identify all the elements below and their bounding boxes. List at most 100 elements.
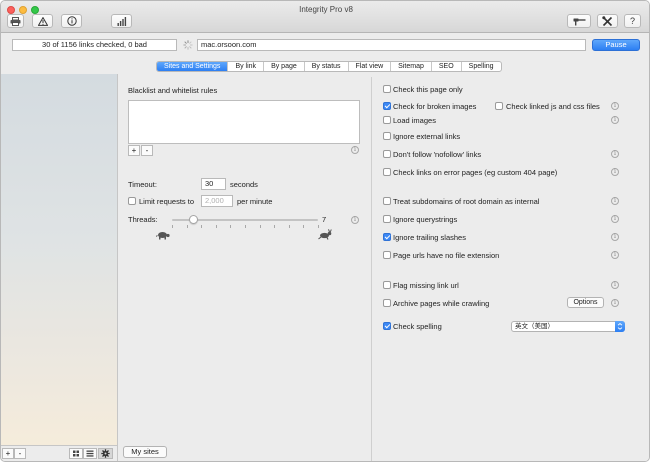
treat-subdomains-checkbox[interactable] — [383, 197, 391, 205]
check-linked-js-css-label: Check linked js and css files — [506, 102, 600, 111]
subdomains-info-icon[interactable]: i — [611, 197, 619, 205]
url-input[interactable]: mac.orsoon.com — [197, 39, 586, 51]
archive-info-icon[interactable]: i — [611, 299, 619, 307]
remove-site-button[interactable]: - — [14, 448, 26, 459]
hammer-icon — [573, 18, 585, 25]
print-button[interactable] — [7, 14, 24, 28]
threads-info-icon[interactable]: i — [351, 216, 359, 224]
check-broken-images-checkbox[interactable] — [383, 102, 391, 110]
list-icon — [86, 450, 94, 457]
printer-icon — [10, 16, 21, 26]
flag-missing-link-url-checkbox[interactable] — [383, 281, 391, 289]
no-file-extension-checkbox[interactable] — [383, 251, 391, 259]
tab-seo[interactable]: SEO — [430, 62, 461, 71]
error-pages-info-icon[interactable]: i — [611, 168, 619, 176]
timeout-label: Timeout: — [128, 180, 157, 189]
limit-requests-checkbox[interactable] — [128, 197, 136, 205]
help-icon: ? — [629, 16, 635, 26]
select-arrow-icon — [615, 321, 625, 332]
tab-sitemap[interactable]: Sitemap — [390, 62, 431, 71]
rules-label: Blacklist and whitelist rules — [128, 86, 218, 95]
tools-button[interactable] — [597, 14, 618, 28]
info-icon — [66, 16, 77, 26]
hammer-button[interactable] — [567, 14, 591, 28]
nofollow-info-icon[interactable]: i — [611, 150, 619, 158]
check-linked-js-css-checkbox[interactable] — [495, 102, 503, 110]
add-rule-button[interactable]: + — [128, 145, 140, 156]
check-spelling-checkbox[interactable] — [383, 322, 391, 330]
settings-view-button[interactable] — [98, 448, 113, 459]
tab-flat-view[interactable]: Flat view — [347, 62, 391, 71]
load-images-info-icon[interactable]: i — [611, 116, 619, 124]
warning-icon — [37, 16, 48, 26]
check-error-pages-label: Check links on error pages (eg custom 40… — [393, 168, 558, 177]
treat-subdomains-label: Treat subdomains of root domain as inter… — [393, 197, 540, 206]
sites-sidebar[interactable] — [1, 74, 118, 445]
ignore-trailing-slashes-checkbox[interactable] — [383, 233, 391, 241]
threads-slider-tick — [230, 225, 232, 228]
tools-icon — [602, 15, 613, 26]
tab-sites-and-settings[interactable]: Sites and Settings — [157, 62, 228, 71]
no-file-extension-label: Page urls have no file extension — [393, 251, 500, 260]
grid-icon — [73, 450, 79, 457]
check-this-page-only-checkbox[interactable] — [383, 85, 391, 93]
list-view-button[interactable] — [83, 448, 97, 459]
spinner-icon — [183, 40, 193, 50]
limit-requests-label: Limit requests to — [139, 197, 195, 206]
tab-spelling[interactable]: Spelling — [460, 62, 501, 71]
progress-status: 30 of 1156 links checked, 0 bad — [12, 39, 177, 51]
archive-pages-checkbox[interactable] — [383, 299, 391, 307]
spelling-language-value: 英文（美国） — [515, 323, 554, 330]
my-sites-button[interactable]: My sites — [123, 446, 167, 458]
ignore-external-checkbox[interactable] — [383, 132, 391, 140]
load-images-label: Load images — [393, 116, 436, 125]
tortoise-icon — [156, 232, 170, 240]
pause-button[interactable]: Pause — [592, 39, 640, 51]
broken-images-info-icon[interactable]: i — [611, 102, 619, 110]
timeout-input[interactable]: 30 — [201, 178, 226, 190]
rules-info-icon[interactable]: i — [351, 146, 359, 154]
missing-link-info-icon[interactable]: i — [611, 281, 619, 289]
info-button[interactable] — [61, 14, 82, 28]
archive-pages-label: Archive pages while crawling — [393, 299, 490, 308]
querystrings-info-icon[interactable]: i — [611, 215, 619, 223]
add-site-button[interactable]: + — [2, 448, 14, 459]
archive-options-button[interactable]: Options — [567, 297, 604, 308]
threads-slider-tick — [318, 225, 319, 228]
threads-label: Threads: — [128, 215, 158, 224]
gear-icon — [101, 449, 110, 458]
tab-by-status[interactable]: By status — [303, 62, 348, 71]
check-spelling-label: Check spelling — [393, 322, 442, 331]
ignore-querystrings-label: Ignore querystrings — [393, 215, 458, 224]
load-images-checkbox[interactable] — [383, 116, 391, 124]
tab-by-link[interactable]: By link — [227, 62, 263, 71]
remove-rule-button[interactable]: - — [141, 145, 153, 156]
threads-slider-tick — [245, 225, 246, 228]
ignore-trailing-slashes-label: Ignore trailing slashes — [393, 233, 466, 242]
ignore-external-label: Ignore external links — [393, 132, 461, 141]
threads-slider-tick — [274, 225, 276, 228]
limit-requests-input[interactable]: 2,000 — [201, 195, 233, 207]
rules-textarea[interactable] — [128, 100, 360, 144]
dont-follow-nofollow-checkbox[interactable] — [383, 150, 391, 158]
help-button[interactable]: ? — [624, 14, 641, 28]
file-extension-info-icon[interactable]: i — [611, 251, 619, 259]
check-this-page-only-label: Check this page only — [393, 85, 463, 94]
threads-slider-tick — [215, 225, 217, 228]
app-window: Integrity Pro v8 ? 30 of 1156 links chec… — [0, 0, 650, 462]
trailing-slashes-info-icon[interactable]: i — [611, 233, 619, 241]
window-title: Integrity Pro v8 — [299, 5, 353, 14]
check-error-pages-checkbox[interactable] — [383, 168, 391, 176]
stats-button[interactable] — [111, 14, 132, 28]
ignore-querystrings-checkbox[interactable] — [383, 215, 391, 223]
timeout-unit: seconds — [230, 180, 258, 189]
grid-view-button[interactable] — [69, 448, 83, 459]
threads-slider-tick — [259, 225, 261, 228]
titlebar: Integrity Pro v8 ? — [1, 1, 649, 33]
threads-slider-tick — [201, 225, 203, 228]
limit-requests-unit: per minute — [237, 197, 273, 206]
check-broken-images-label: Check for broken images — [393, 102, 477, 111]
tab-by-page[interactable]: By page — [263, 62, 304, 71]
warnings-button[interactable] — [32, 14, 53, 28]
spelling-language-select[interactable]: 英文（美国） — [511, 321, 625, 332]
